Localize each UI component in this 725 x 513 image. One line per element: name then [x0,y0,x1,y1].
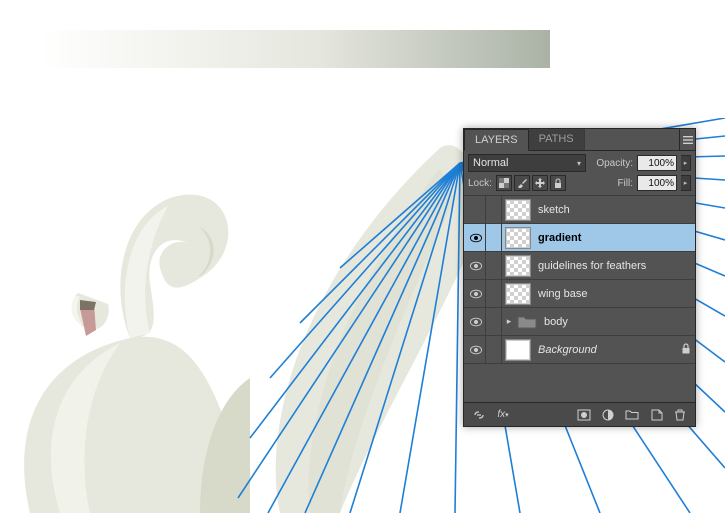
folder-icon [625,409,639,420]
link-icon [472,409,486,421]
delete-layer-button[interactable] [671,407,689,423]
new-group-button[interactable] [623,407,641,423]
gradient-sample-bar [40,30,550,68]
layer-name-label: wing base [534,288,693,300]
eye-icon [470,260,482,272]
fill-slider-toggle[interactable]: ▸ [681,175,691,191]
tab-layers[interactable]: LAYERS [464,129,529,151]
adjustment-icon [602,409,614,421]
trash-icon [674,409,686,421]
link-layers-button[interactable] [470,407,488,423]
visibility-toggle[interactable] [466,280,486,307]
layer-name-label: guidelines for feathers [534,260,693,272]
blend-mode-value: Normal [473,157,508,169]
tab-paths[interactable]: PATHS [529,129,585,150]
mask-icon [577,409,591,421]
link-col [488,308,502,335]
lock-transparent-pixels-button[interactable] [496,175,512,191]
chevron-down-icon: ▾ [577,159,581,168]
add-mask-button[interactable] [575,407,593,423]
new-layer-button[interactable] [647,407,665,423]
layer-name-label: Background [534,344,677,356]
brush-icon [517,178,527,188]
opacity-label: Opacity: [596,158,633,169]
lock-image-pixels-button[interactable] [514,175,530,191]
layer-row-guidelines[interactable]: guidelines for feathers [464,252,695,280]
layer-thumbnail [505,227,531,249]
fx-icon: fx [497,409,505,420]
move-icon [535,178,545,188]
panel-menu-button[interactable] [679,129,695,151]
eye-icon [470,316,482,328]
layer-thumbnail [505,199,531,221]
layer-row-wing-base[interactable]: wing base [464,280,695,308]
disclosure-triangle-icon[interactable]: ▸ [504,316,514,327]
document-canvas: LAYERS PATHS Normal ▾ Opacity: 100% ▸ [0,0,725,513]
lock-label: Lock: [468,178,492,189]
layer-row-sketch[interactable]: sketch [464,196,695,224]
layer-thumbnail [505,283,531,305]
visibility-toggle[interactable] [466,252,486,279]
adjustment-layer-button[interactable] [599,407,617,423]
visibility-toggle[interactable] [466,308,486,335]
new-page-icon [650,409,663,421]
panel-tabstrip: LAYERS PATHS [464,129,695,151]
blend-mode-select[interactable]: Normal ▾ [468,154,586,172]
panel-footer: fx▾ [464,402,695,426]
lock-position-button[interactable] [532,175,548,191]
menu-icon [683,135,693,145]
layer-list: sketch gradient guidelines for feathers [464,196,695,402]
layer-name-label: body [540,316,693,328]
layer-thumbnail [505,339,531,361]
layer-row-gradient[interactable]: gradient [464,224,695,252]
link-col [488,280,502,307]
opacity-input[interactable]: 100% [637,155,677,171]
visibility-toggle[interactable] [466,196,486,223]
layer-row-background[interactable]: Background [464,336,695,364]
link-col [488,224,502,251]
eye-icon [470,288,482,300]
fill-input[interactable]: 100% [637,175,677,191]
folder-icon [516,313,538,331]
opacity-slider-toggle[interactable]: ▸ [681,155,691,171]
lock-all-button[interactable] [550,175,566,191]
link-col [488,252,502,279]
fill-label: Fill: [617,178,633,189]
layer-row-body-group[interactable]: ▸ body [464,308,695,336]
layer-name-label: sketch [534,204,693,216]
visibility-toggle[interactable] [466,224,486,251]
eye-icon [470,344,482,356]
lock-icon [679,343,693,357]
layer-style-button[interactable]: fx▾ [494,407,512,423]
layer-thumbnail [505,255,531,277]
link-col [488,336,502,363]
link-col [488,196,502,223]
lock-icon [553,178,563,188]
checker-icon [499,178,509,188]
panel-options: Normal ▾ Opacity: 100% ▸ Lock: Fill: 100… [464,151,695,196]
layers-panel: LAYERS PATHS Normal ▾ Opacity: 100% ▸ [463,128,696,427]
visibility-toggle[interactable] [466,336,486,363]
layer-name-label: gradient [534,232,693,244]
eye-icon [470,232,482,244]
